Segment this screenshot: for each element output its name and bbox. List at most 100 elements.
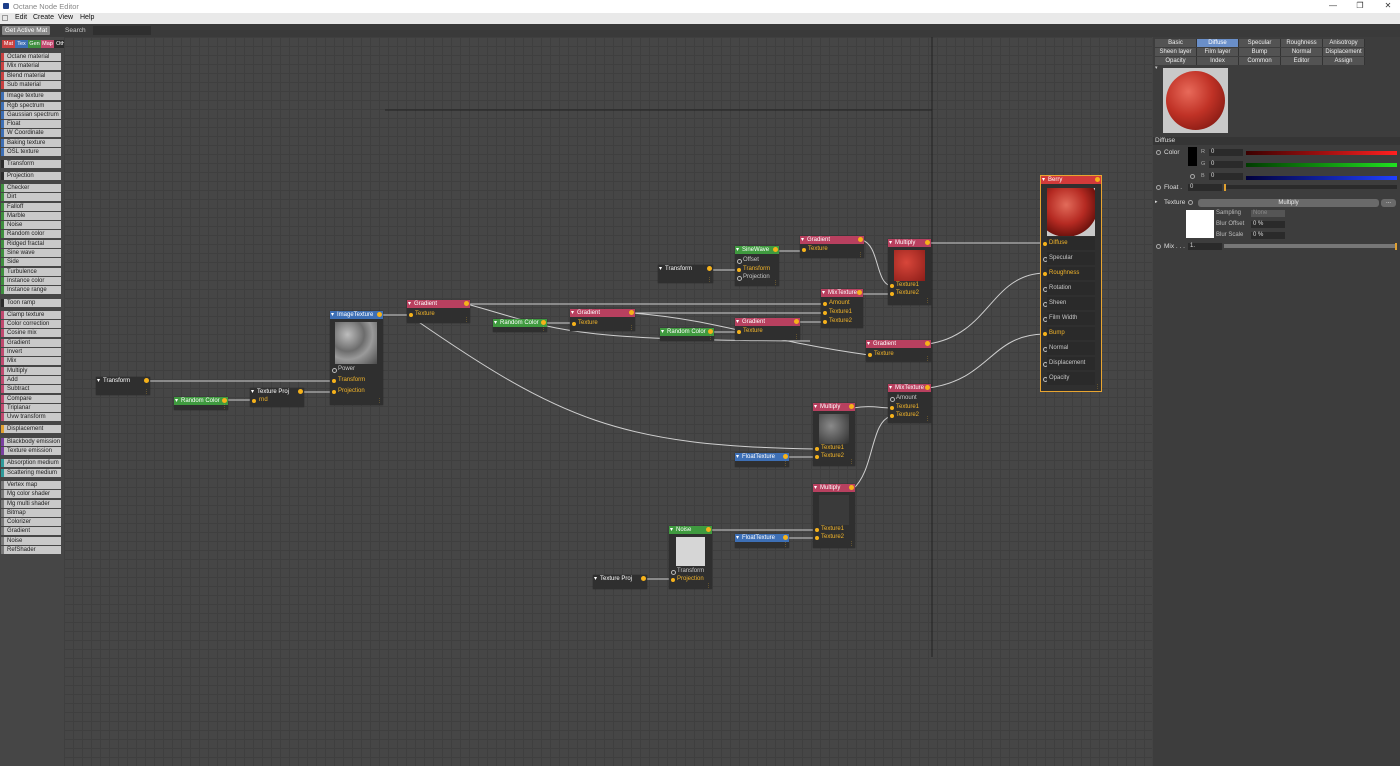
float-slider[interactable] (1224, 185, 1397, 189)
mix-slider[interactable] (1224, 244, 1397, 248)
resize-grip-icon[interactable]: ⋮ (464, 318, 469, 323)
input-port[interactable] (737, 276, 742, 281)
float-slider-handle[interactable] (1224, 184, 1226, 191)
input-port[interactable] (823, 302, 827, 306)
node-gradient-3[interactable]: Gradient Texture ⋮ (735, 318, 800, 340)
tab-editor[interactable]: Editor (1281, 57, 1323, 65)
output-port[interactable] (773, 247, 778, 252)
input-port[interactable] (815, 455, 819, 459)
node-multiply-mid[interactable]: Multiply Texture1 Texture2 ⋮ (813, 403, 855, 466)
color-swatch[interactable] (1188, 147, 1197, 166)
texture-shader-button[interactable]: Multiply (1198, 199, 1379, 207)
tab-normal[interactable]: Normal (1281, 48, 1323, 56)
g-slider[interactable] (1246, 163, 1397, 167)
texture-radio[interactable] (1188, 200, 1193, 205)
node-transform-mid[interactable]: Transform ⋮ (658, 265, 713, 283)
tab-film-layer[interactable]: Film layer (1197, 48, 1239, 56)
node-mixtexture-1[interactable]: MixTexture Amount Texture1 Texture2 (821, 289, 863, 328)
output-port[interactable] (925, 341, 930, 346)
output-port[interactable] (377, 312, 382, 317)
output-port[interactable] (708, 329, 713, 334)
output-port[interactable] (794, 319, 799, 324)
node-transform-left[interactable]: Transform ⋮ (96, 377, 150, 395)
node-sinewave[interactable]: SineWave Offset Transform Projection ⋮ (735, 246, 779, 286)
input-port[interactable] (802, 248, 806, 252)
mix-field[interactable]: 1. (1188, 243, 1222, 250)
tab-basic[interactable]: Basic (1155, 39, 1197, 47)
node-mixtexture-2[interactable]: MixTexture Amount Texture1 Texture2 ⋮ (888, 384, 931, 423)
output-port[interactable] (857, 290, 862, 295)
output-port[interactable] (707, 266, 712, 271)
input-port[interactable] (890, 414, 894, 418)
input-port[interactable] (890, 406, 894, 410)
node-random-color-2[interactable]: Random Color ⋮ (493, 319, 547, 332)
resize-grip-icon[interactable]: ⋮ (706, 584, 711, 589)
mix-radio[interactable] (1156, 244, 1161, 249)
tab-sheen-layer[interactable]: Sheen layer (1155, 48, 1197, 56)
node-random-color-1[interactable]: Random Color ⋮ (174, 397, 228, 410)
tab-index[interactable]: Index (1197, 57, 1239, 65)
node-berry-material[interactable]: Berry Diffuse Specular Roughness Rotation Sh… (1040, 175, 1102, 392)
input-port[interactable] (815, 536, 819, 540)
node-gradient-4[interactable]: Gradient Texture ⋮ (800, 236, 864, 258)
tab-opacity[interactable]: Opacity (1155, 57, 1197, 65)
input-port[interactable] (671, 578, 675, 582)
output-port[interactable] (783, 454, 788, 459)
input-port[interactable] (868, 353, 872, 357)
input-port[interactable] (815, 528, 819, 532)
tab-anisotropy[interactable]: Anisotropy (1323, 39, 1365, 47)
output-port[interactable] (541, 320, 546, 325)
input-port[interactable] (890, 292, 894, 296)
node-texture-proj-2[interactable]: Texture Proj (593, 575, 647, 589)
node-floattexture-2[interactable]: FloatTexture ⋮ (735, 534, 789, 548)
output-port[interactable] (925, 240, 930, 245)
preview-toggle-icon[interactable]: ▾ (1155, 65, 1159, 71)
resize-grip-icon[interactable]: ⋮ (783, 543, 788, 548)
resize-grip-icon[interactable]: ⋮ (629, 326, 634, 331)
tab-bump[interactable]: Bump (1239, 48, 1281, 56)
g-field[interactable]: 0 (1209, 161, 1243, 168)
input-port[interactable] (572, 322, 576, 326)
input-port[interactable] (409, 313, 413, 317)
output-port[interactable] (464, 301, 469, 306)
b-field[interactable]: 0 (1209, 173, 1243, 180)
output-port[interactable] (641, 576, 646, 581)
output-port[interactable] (222, 398, 227, 403)
tab-common[interactable]: Common (1239, 57, 1281, 65)
resize-grip-icon[interactable]: ⋮ (925, 417, 930, 422)
r-slider[interactable] (1246, 151, 1397, 155)
node-texture-proj-1[interactable]: Texture Proj rnd (250, 388, 304, 407)
input-port[interactable] (332, 390, 336, 394)
input-port[interactable] (332, 379, 336, 383)
output-port[interactable] (629, 310, 634, 315)
resize-grip-icon[interactable]: ⋮ (794, 335, 799, 340)
output-port[interactable] (1095, 177, 1100, 182)
output-port[interactable] (706, 527, 711, 532)
tab-diffuse[interactable]: Diffuse (1197, 39, 1239, 47)
input-port[interactable] (332, 368, 337, 373)
output-port[interactable] (849, 404, 854, 409)
input-port[interactable] (737, 330, 741, 334)
tab-specular[interactable]: Specular (1239, 39, 1281, 47)
mix-slider-handle[interactable] (1395, 243, 1397, 250)
float-field[interactable]: 0 (1188, 184, 1222, 191)
node-multiply-low[interactable]: Multiply Texture1 Texture2 ⋮ (813, 484, 855, 548)
node-image-texture[interactable]: ImageTexture Power Transform Projection … (330, 311, 383, 405)
output-port[interactable] (925, 385, 930, 390)
input-port[interactable] (890, 397, 895, 402)
blur-scale-field[interactable]: 0 % (1251, 232, 1285, 239)
output-port[interactable] (298, 389, 303, 394)
resize-grip-icon[interactable]: ⋮ (849, 542, 854, 547)
resize-grip-icon[interactable]: ⋮ (783, 462, 788, 467)
output-port[interactable] (783, 535, 788, 540)
tab-displacement[interactable]: Displacement (1323, 48, 1365, 56)
node-floattexture-1[interactable]: FloatTexture ⋮ (735, 453, 789, 467)
b-radio[interactable] (1190, 174, 1195, 179)
tab-assign[interactable]: Assign (1323, 57, 1365, 65)
input-port[interactable] (890, 284, 894, 288)
input-port[interactable] (737, 268, 741, 272)
resize-grip-icon[interactable]: ⋮ (144, 390, 149, 395)
resize-grip-icon[interactable]: ⋮ (707, 278, 712, 283)
output-port[interactable] (144, 378, 149, 383)
resize-grip-icon[interactable]: ⋮ (925, 357, 930, 362)
